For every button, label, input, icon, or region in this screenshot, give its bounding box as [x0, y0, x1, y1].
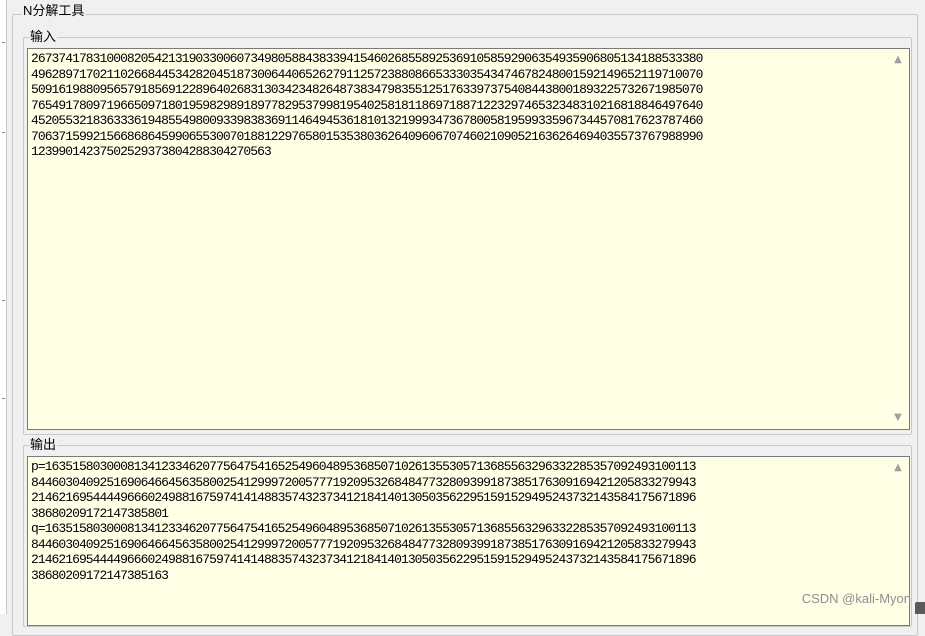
scroll-up-arrow-icon[interactable]: ▲: [893, 463, 903, 473]
input-line: 2673741783100082054213190330060734980588…: [31, 51, 703, 66]
input-label: 输入: [29, 29, 58, 44]
corner-resize-handle[interactable]: [915, 602, 925, 614]
output-line: 38680209172147385163: [31, 567, 169, 583]
output-line: p=16351580300081341233462077564754165254…: [31, 459, 697, 474]
input-line: 7654917809719665097180195982989189778295…: [31, 97, 703, 113]
scroll-up-arrow-icon[interactable]: ▲: [893, 55, 903, 65]
output-text: p=16351580300081341233462077564754165254…: [31, 459, 887, 583]
output-line: q=16351580300081341233462077564754165254…: [31, 521, 697, 536]
edge-tick: [2, 398, 5, 399]
output-line: 2146216954444966602498816759741414883574…: [31, 490, 697, 505]
input-line: 4520553218363336194855498009339838369114…: [31, 113, 703, 128]
output-line: 8446030409251690646645635800254129997200…: [31, 536, 697, 552]
input-line: 12399014237502529373804288304270563: [31, 144, 272, 159]
watermark: CSDN @kali-Myon: [801, 591, 911, 606]
input-line: 7063715992156686864599065530070188122976…: [31, 128, 703, 144]
input-textarea[interactable]: 2673741783100082054213190330060734980588…: [27, 48, 910, 430]
left-panel-edge: [0, 0, 7, 614]
output-textarea[interactable]: p=16351580300081341233462077564754165254…: [27, 456, 910, 626]
input-text: 2673741783100082054213190330060734980588…: [31, 51, 887, 160]
output-line: 2146216954444966602498816759741414883574…: [31, 552, 697, 567]
output-label: 输出: [29, 437, 58, 452]
tool-title: N分解工具: [22, 3, 86, 18]
edge-tick: [2, 42, 5, 43]
input-line: 5091619880956579185691228964026831303423…: [31, 82, 703, 97]
scroll-down-arrow-icon[interactable]: ▼: [893, 413, 903, 423]
input-line: 4962897170211026684453428204518730064406…: [31, 66, 703, 82]
output-line: 38680209172147385801: [31, 505, 169, 521]
output-line: 8446030409251690646645635800254129997200…: [31, 474, 697, 490]
input-scrollbar[interactable]: ▲ ▼: [887, 49, 909, 429]
edge-tick: [2, 300, 5, 301]
edge-tick: [2, 132, 5, 133]
